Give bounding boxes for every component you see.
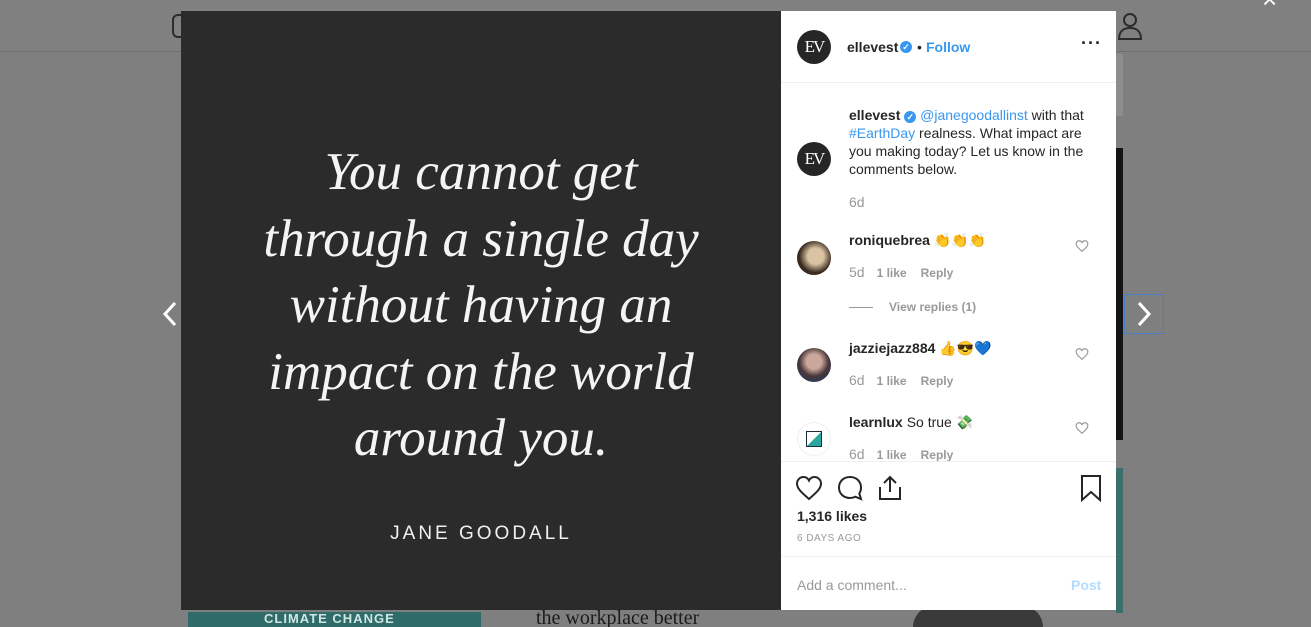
quote-line: impact on the world bbox=[268, 342, 694, 401]
next-post-button[interactable] bbox=[1124, 294, 1164, 334]
comment-meta: 5d 1 like Reply bbox=[849, 264, 953, 280]
background-post bbox=[1116, 148, 1123, 440]
quote-line: without having an bbox=[289, 276, 673, 334]
background-post bbox=[1116, 468, 1123, 613]
separator-dot: • bbox=[917, 39, 922, 55]
comment-text: learnlux So true 💸 bbox=[849, 414, 973, 431]
quote-text: You cannot get through a single day with… bbox=[181, 139, 781, 472]
heart-icon[interactable] bbox=[1075, 239, 1089, 253]
caption-text: ellevest ✓ @janegoodallinst with that #E… bbox=[849, 106, 1099, 178]
post-side-panel: EV ellevest ✓ • Follow ··· EV ellevest ✓… bbox=[781, 11, 1116, 610]
post-image[interactable]: You cannot get through a single day with… bbox=[181, 11, 781, 610]
comment-likes[interactable]: 1 like bbox=[877, 448, 907, 461]
background-tile-text: the workplace better bbox=[536, 607, 700, 627]
heart-icon[interactable] bbox=[1075, 347, 1089, 361]
quote-author: JANE GOODALL bbox=[390, 523, 572, 544]
mention-link[interactable]: @janegoodallinst bbox=[920, 107, 1028, 123]
profile-icon bbox=[1117, 13, 1143, 40]
caption-timestamp[interactable]: 6d bbox=[849, 194, 865, 210]
hashtag-link[interactable]: #EarthDay bbox=[849, 125, 915, 141]
comment-meta: 6d 1 like Reply bbox=[849, 446, 953, 461]
avatar[interactable] bbox=[797, 241, 831, 275]
chevron-left-icon bbox=[162, 301, 177, 327]
view-replies-label: View replies (1) bbox=[889, 300, 977, 314]
share-icon[interactable] bbox=[876, 474, 904, 502]
caption-username[interactable]: ellevest bbox=[849, 107, 900, 123]
comment-username[interactable]: learnlux bbox=[849, 414, 903, 430]
follow-button[interactable]: Follow bbox=[926, 39, 970, 55]
avatar[interactable] bbox=[797, 348, 831, 382]
post-comment-button[interactable]: Post bbox=[1071, 577, 1101, 593]
heart-icon[interactable] bbox=[795, 474, 823, 502]
chevron-right-icon bbox=[1137, 301, 1152, 327]
verified-badge-icon: ✓ bbox=[904, 111, 917, 123]
quote-line: through a single day bbox=[263, 209, 699, 268]
comment-body: So true 💸 bbox=[906, 414, 974, 430]
comment-time[interactable]: 5d bbox=[849, 264, 865, 280]
comment-username[interactable]: roniquebrea bbox=[849, 232, 930, 248]
comment-username[interactable]: jazziejazz884 bbox=[849, 340, 935, 356]
reply-button[interactable]: Reply bbox=[921, 266, 954, 280]
quote-line: around you. bbox=[353, 409, 609, 467]
quote-line: You cannot get bbox=[324, 143, 638, 201]
view-replies-button[interactable]: View replies (1) bbox=[849, 300, 976, 314]
caption-body: with that bbox=[1027, 107, 1084, 123]
avatar[interactable] bbox=[797, 422, 831, 456]
comment-body: 👍😎💙 bbox=[939, 340, 992, 356]
likes-count[interactable]: 1,316 likes bbox=[797, 508, 867, 524]
comment-input[interactable]: Add a comment... bbox=[797, 577, 907, 593]
verified-badge-icon: ✓ bbox=[900, 41, 912, 53]
comment-body: 👏👏👏 bbox=[933, 232, 987, 248]
reply-button[interactable]: Reply bbox=[921, 448, 954, 461]
comment-time[interactable]: 6d bbox=[849, 446, 865, 461]
post-date[interactable]: 6 DAYS AGO bbox=[797, 533, 861, 544]
comment-text: jazziejazz884 👍😎💙 bbox=[849, 340, 992, 357]
bookmark-icon[interactable] bbox=[1077, 474, 1105, 502]
avatar[interactable]: EV bbox=[797, 30, 831, 64]
comments-list[interactable]: EV ellevest ✓ @janegoodallinst with that… bbox=[781, 84, 1116, 461]
comment-meta: 6d 1 like Reply bbox=[849, 372, 953, 388]
comment-icon[interactable] bbox=[836, 474, 864, 502]
close-icon[interactable]: × bbox=[1262, 0, 1284, 12]
add-comment-bar: Add a comment... Post bbox=[781, 556, 1116, 610]
learnlux-logo bbox=[806, 431, 822, 447]
header-username[interactable]: ellevest bbox=[847, 39, 898, 55]
avatar[interactable]: EV bbox=[797, 142, 831, 176]
background-post bbox=[1116, 54, 1123, 116]
comment-time[interactable]: 6d bbox=[849, 372, 865, 388]
background-post-climate: CLIMATE CHANGE bbox=[188, 611, 481, 627]
more-options-button[interactable]: ··· bbox=[1081, 33, 1102, 54]
post-actions: 1,316 likes 6 DAYS AGO bbox=[781, 461, 1116, 556]
comment-text: roniquebrea 👏👏👏 bbox=[849, 232, 986, 249]
comment-likes[interactable]: 1 like bbox=[877, 374, 907, 388]
divider bbox=[849, 307, 873, 309]
background-tile-text: CLIMATE CHANGE bbox=[264, 611, 395, 626]
heart-icon[interactable] bbox=[1075, 421, 1089, 435]
comment-likes[interactable]: 1 like bbox=[877, 266, 907, 280]
reply-button[interactable]: Reply bbox=[921, 374, 954, 388]
post-header: EV ellevest ✓ • Follow ··· bbox=[781, 11, 1116, 83]
